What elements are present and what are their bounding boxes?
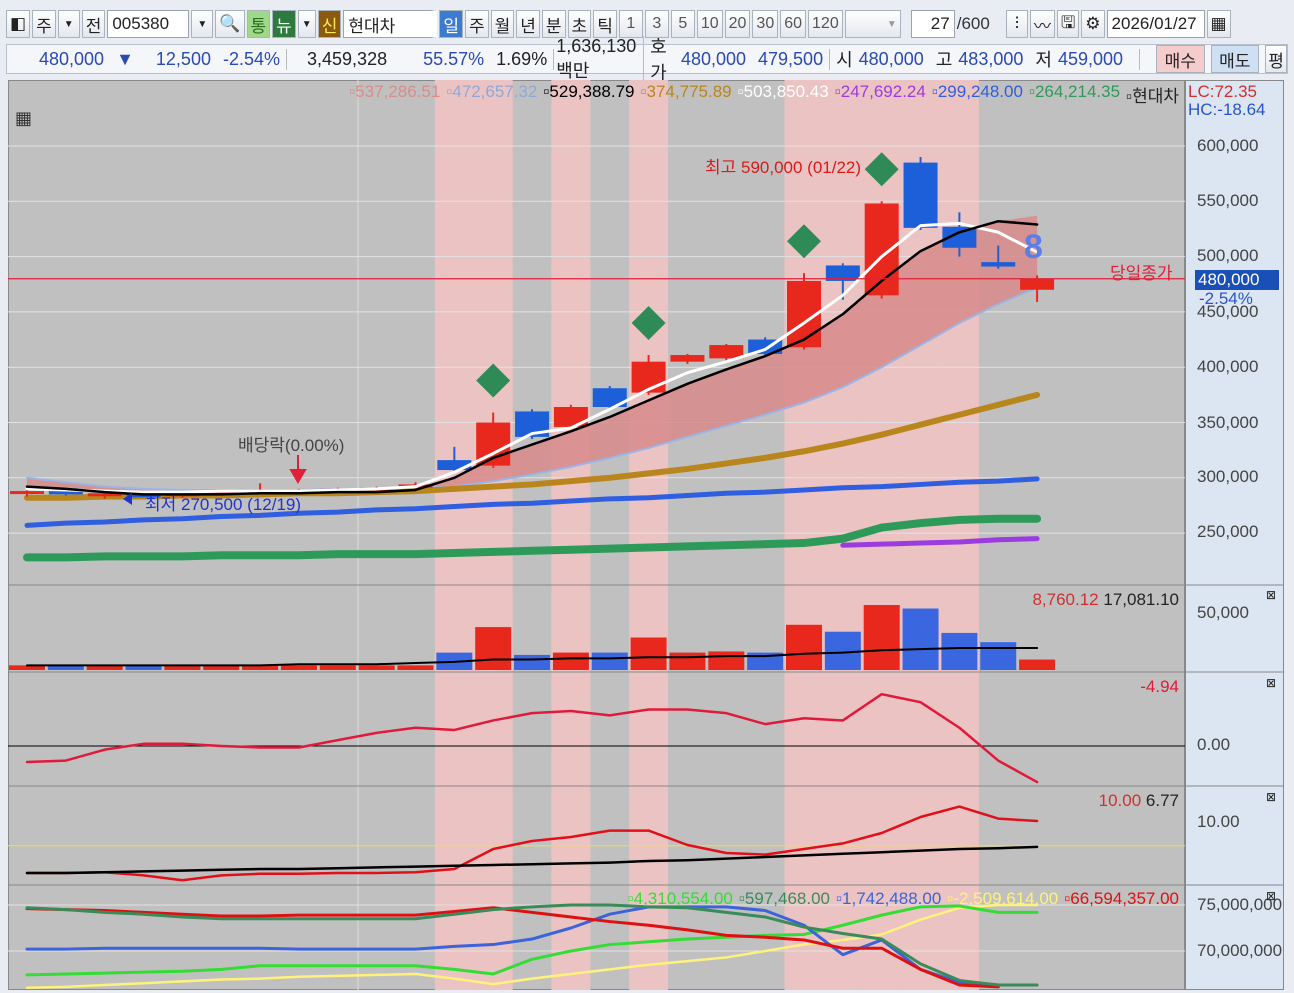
today-close-label: 당일종가 [1110,264,1173,283]
legend-entry: ▫597,468.00 [738,889,830,908]
highlight-column [551,80,591,990]
axis-label: 350,000 [1197,413,1259,432]
volume-legend: 8,760.12 17,081.10 [1032,590,1179,609]
candle-body [903,162,938,228]
volume-bar [708,651,745,670]
volume-bar [863,605,900,670]
candle-body [670,355,705,362]
axis-label: 550,000 [1197,191,1259,210]
volume-bar [358,665,395,670]
highlight-column [784,80,824,990]
panel-close-icon[interactable]: ⊠ [1266,889,1276,903]
volume-bar [319,665,356,670]
volume-axis-label: 50,000 [1197,603,1249,622]
panel-close-icon[interactable]: ⊠ [1266,588,1276,602]
osc-legend: -4.94 [1140,677,1179,696]
p5-axis-label: 70,000,000 [1197,941,1283,960]
volume-bar [980,642,1017,670]
axis-label: 600,000 [1197,136,1259,155]
volume-bar [591,652,628,670]
p4-legend: 10.00 6.77 [1098,791,1179,810]
volume-bar [941,632,978,670]
candle-body [553,407,588,427]
volume-bar [397,665,434,670]
legend-entry: ▫264,214.35 [1028,82,1121,101]
p5-legend: ▫4,310,554.00 ▫597,468.00 ▫1,742,488.00 ▫-2… [628,889,1179,909]
legend-entry: ▫66,594,357.00 [1064,889,1179,908]
legend-entry: ▫247,692.24 [834,82,926,101]
high-annotation: 최고 590,000 (01/22) [705,158,862,177]
legend-entry: ▫-2,509,614.00 [947,889,1059,908]
legend-entry: ▫503,850.43 [737,82,829,101]
dividend-annotation: 배당락(0.00%) [238,436,345,455]
p4-axis-label: 10.00 [1197,812,1240,831]
volume-bar [669,652,706,670]
highlight-column [473,80,513,990]
axis-label: 400,000 [1197,357,1259,376]
grid-icon[interactable]: ▦ [15,108,32,129]
axis-label: 300,000 [1197,467,1259,486]
panel-close-icon[interactable]: ⊠ [1266,790,1276,804]
candle-body [981,262,1016,267]
legend-entry: ▫현대차 [1126,87,1179,106]
current-change-pct: -2.54% [1199,289,1253,308]
volume-bar [902,608,939,670]
axis-label: 500,000 [1197,246,1259,265]
volume-bar [280,665,317,670]
legend-entry: ▫4,310,554.00 [627,889,733,908]
volume-bar [1019,659,1056,670]
volume-bar [514,654,551,670]
osc-axis-label: 0.00 [1197,735,1231,754]
candle-body [10,491,44,495]
volume-bar [552,652,589,670]
highlight-column [434,80,474,990]
volume-bar [786,624,822,670]
main-legend: ▫537,286.51 ▫472,657.32 ▫529,388.79 ▫374,77… [349,82,1179,107]
low-annotation: 최저 270,500 (12/19) [145,495,302,514]
legend-entry: ▫299,248.00 [931,82,1023,101]
volume-bar [475,627,512,670]
candle-body [1020,278,1055,290]
legend-entry: ▫374,775.89 [640,82,732,101]
legend-entry: ▫529,388.79 [543,82,635,101]
axis-label: 250,000 [1197,522,1259,541]
legend-entry: ▫537,286.51 [349,82,441,101]
candle-body [709,345,744,359]
volume-bar [630,637,667,670]
highlight-column [629,80,669,990]
current-price-tag: 480,000 [1195,270,1279,290]
panel-close-icon[interactable]: ⊠ [1266,676,1276,690]
signal-count: 8 [1024,228,1043,266]
legend-entry: ▫472,657.32 [446,82,538,101]
legend-entry: ▫1,742,488.00 [836,889,942,908]
